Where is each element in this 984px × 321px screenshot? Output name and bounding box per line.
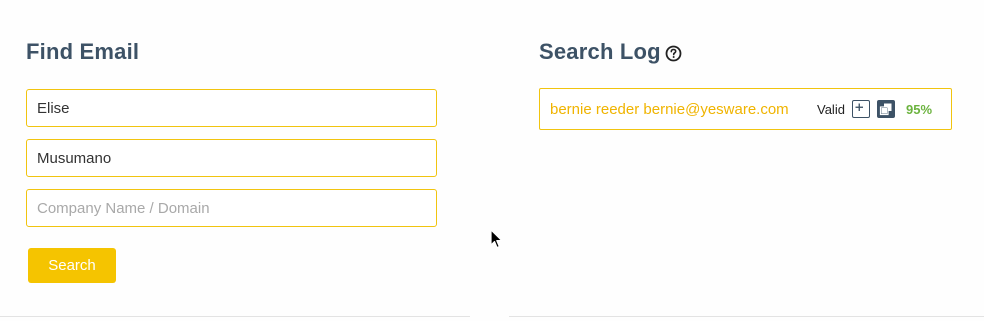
search-log-entry: bernie reeder bernie@yesware.com Valid 9… xyxy=(539,88,952,130)
search-log-title: Search Log xyxy=(539,39,661,64)
last-name-input[interactable] xyxy=(26,139,437,177)
search-button[interactable]: Search xyxy=(28,248,116,283)
divider xyxy=(509,316,984,317)
log-entry-text[interactable]: bernie reeder bernie@yesware.com xyxy=(550,101,789,118)
company-domain-input[interactable] xyxy=(26,189,437,227)
find-email-title: Find Email xyxy=(26,39,140,64)
divider xyxy=(0,316,470,317)
mouse-cursor-icon xyxy=(490,229,503,249)
first-name-input[interactable] xyxy=(26,89,437,127)
plus-square-icon[interactable] xyxy=(852,100,870,118)
log-entry-status: Valid xyxy=(817,102,845,117)
question-circle-icon[interactable] xyxy=(665,45,682,62)
confidence-score: 95% xyxy=(906,102,933,117)
page: Find Email Search Search Log bernie reed… xyxy=(0,0,984,321)
copy-icon[interactable] xyxy=(877,100,895,118)
